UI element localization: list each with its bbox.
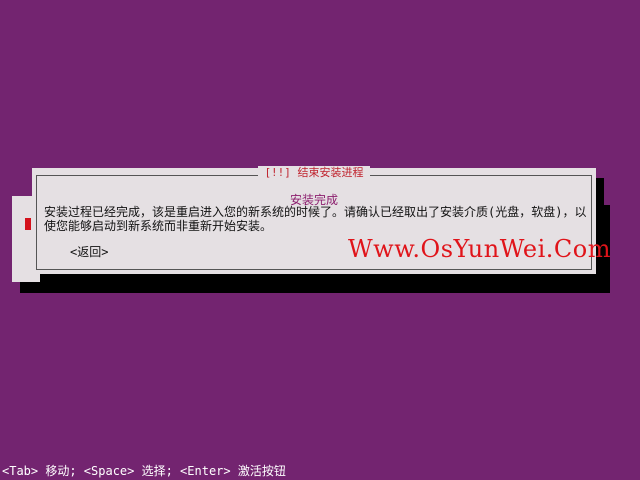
back-button[interactable]: <返回> — [70, 243, 108, 260]
dialog-title: [!!] 结束安装进程 — [258, 166, 370, 179]
dialog-title-bar: [!!] 结束安装进程 — [32, 166, 596, 179]
selection-marker — [25, 218, 31, 230]
watermark: Www.OsYunWei.Com — [348, 235, 611, 263]
dialog-message: 安装过程已经完成，该是重启进入您的新系统的时候了。请确认已经取出了安装介质(光盘… — [44, 205, 587, 233]
help-bar: <Tab> 移动; <Space> 选择; <Enter> 激活按钮 — [0, 462, 640, 480]
